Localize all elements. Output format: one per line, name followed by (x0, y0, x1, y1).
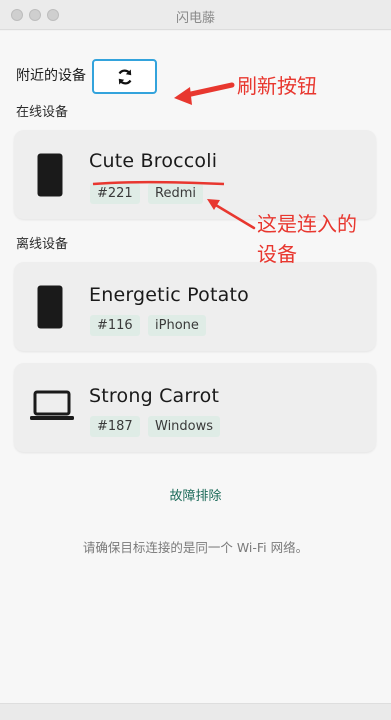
connected-annotation-text-2: 设备 (257, 242, 297, 266)
underline-annotation (92, 180, 225, 186)
arrow-annotation (174, 82, 235, 105)
annotation-overlay (92, 82, 256, 230)
arrow-annotation (207, 199, 256, 230)
refresh-annotation-text: 刷新按钮 (237, 74, 317, 98)
connected-annotation-text: 这是连入的 (257, 212, 357, 236)
